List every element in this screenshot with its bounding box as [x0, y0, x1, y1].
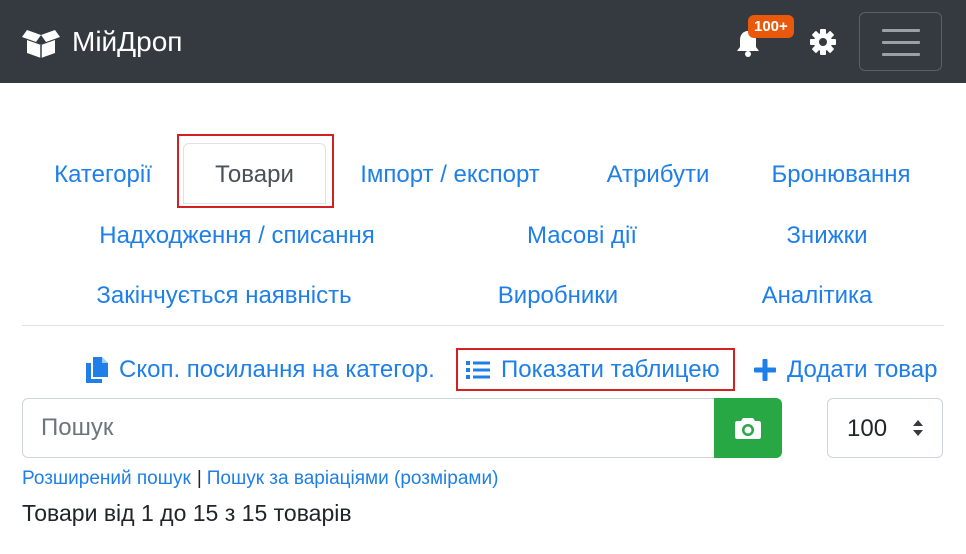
hamburger-menu-button[interactable]: [859, 12, 942, 71]
image-search-button[interactable]: [714, 398, 782, 458]
show-table-label: Показати таблицею: [501, 356, 720, 383]
copy-category-link-button[interactable]: Скоп. посилання на категор.: [86, 352, 435, 388]
tab-receipts-writeoffs[interactable]: Надходження / списання: [99, 221, 374, 251]
tab-analytics[interactable]: Аналітика: [762, 281, 873, 311]
list-icon: [466, 361, 490, 379]
tab-low-stock[interactable]: Закінчується наявність: [96, 281, 351, 311]
navbar: МійДроп 100+: [0, 0, 966, 83]
add-product-button[interactable]: Додати товар: [754, 352, 937, 388]
gear-icon[interactable]: [809, 28, 837, 56]
search-links: Розширений пошук | Пошук за варіаціями (ро…: [22, 467, 498, 491]
notification-badge: 100+: [748, 15, 794, 38]
tab-reservations[interactable]: Бронювання: [771, 160, 910, 190]
brand-name: МійДроп: [72, 26, 183, 57]
plus-icon: [754, 359, 776, 381]
hamburger-menu-icon: [882, 29, 920, 32]
tab-products[interactable]: Товари: [183, 143, 326, 204]
tab-discounts[interactable]: Знижки: [786, 221, 867, 251]
search-input[interactable]: [22, 398, 715, 458]
add-product-label: Додати товар: [787, 356, 938, 383]
tab-manufacturers[interactable]: Виробники: [498, 281, 618, 311]
camera-icon: [735, 418, 761, 439]
variation-search-link[interactable]: Пошук за варіаціями (розмірами): [207, 468, 499, 489]
tabs-divider: [22, 325, 944, 326]
tab-attributes[interactable]: Атрибути: [607, 160, 710, 190]
links-separator: |: [196, 468, 202, 489]
tab-import-export[interactable]: Імпорт / експорт: [360, 160, 540, 190]
copy-category-link-label: Скоп. посилання на категор.: [119, 356, 435, 383]
per-page-value: 100: [847, 415, 888, 442]
tab-categories[interactable]: Категорії: [54, 160, 152, 190]
sort-arrows-icon: [913, 420, 923, 436]
tab-bulk-actions[interactable]: Масові дії: [527, 221, 637, 251]
copy-icon: [86, 357, 108, 383]
box-open-icon: [22, 30, 60, 58]
per-page-select[interactable]: 100: [827, 398, 943, 458]
show-table-button[interactable]: Показати таблицею: [466, 352, 720, 388]
results-summary: Товари від 1 до 15 з 15 товарів: [22, 500, 352, 526]
brand-link[interactable]: МійДроп: [22, 22, 182, 62]
advanced-search-link[interactable]: Розширений пошук: [22, 468, 191, 489]
